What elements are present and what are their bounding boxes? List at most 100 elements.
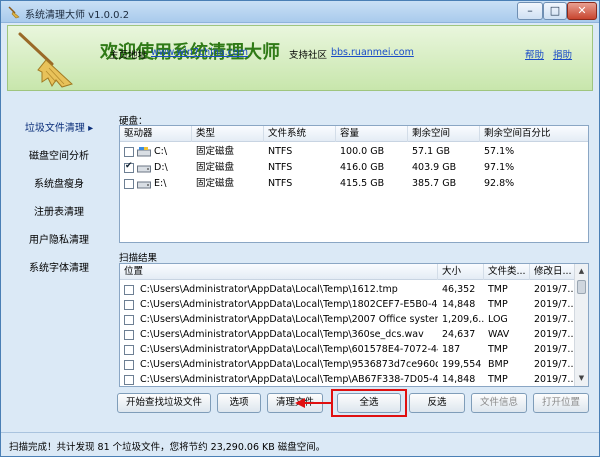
result-type: LOG xyxy=(488,314,508,325)
result-path: C:\Users\Administrator\AppData\Local\Tem… xyxy=(140,284,398,295)
sidebar-item-junk-files[interactable]: 垃圾文件清理 ▸ xyxy=(7,119,111,134)
result-checkbox[interactable] xyxy=(124,285,134,295)
result-row[interactable]: C:\Users\Administrator\AppData\Local\Tem… xyxy=(120,282,576,298)
disk-fs: NTFS xyxy=(268,146,293,157)
disk-type: 固定磁盘 xyxy=(196,146,235,157)
site-label: 主页地址 xyxy=(109,50,148,61)
disk-row[interactable]: D:\ 固定磁盘 NTFS 416.0 GB 403.9 GB 97.1% xyxy=(120,160,588,176)
col-drive[interactable]: 驱动器 xyxy=(120,126,192,142)
main-panel: 硬盘： 驱动器 类型 文件系统 容量 剩余空间 剩余空间百分比 C:\ 固定磁盘… xyxy=(115,95,593,430)
disk-free: 385.7 GB xyxy=(412,178,457,189)
result-type: TMP xyxy=(488,344,508,355)
result-checkbox[interactable] xyxy=(124,375,134,385)
disk-table: 驱动器 类型 文件系统 容量 剩余空间 剩余空间百分比 C:\ 固定磁盘 NTF… xyxy=(119,125,589,243)
red-arrow-icon xyxy=(295,398,333,408)
disk-capacity: 100.0 GB xyxy=(340,146,385,157)
sidebar-item-privacy[interactable]: 用户隐私清理 xyxy=(7,231,111,246)
result-type: TMP xyxy=(488,284,508,295)
result-type: BMP xyxy=(488,359,509,370)
sidebar-item-disk-analysis[interactable]: 磁盘空间分析 xyxy=(7,147,111,162)
sidebar-item-registry[interactable]: 注册表清理 xyxy=(7,203,111,218)
result-checkbox[interactable] xyxy=(124,345,134,355)
result-type: WAV xyxy=(488,329,510,340)
help-link[interactable]: 帮助 xyxy=(525,47,544,61)
close-button[interactable]: ✕ xyxy=(567,2,597,20)
col-file-type[interactable]: 文件类... xyxy=(484,264,530,280)
disk-type: 固定磁盘 xyxy=(196,162,235,173)
result-row[interactable]: C:\Users\Administrator\AppData\Local\Tem… xyxy=(120,357,576,373)
result-path: C:\Users\Administrator\AppData\Local\Tem… xyxy=(140,314,438,325)
result-checkbox[interactable] xyxy=(124,300,134,310)
results-scrollbar[interactable]: ▲ ▼ xyxy=(574,264,588,386)
col-location[interactable]: 位置 xyxy=(120,264,438,280)
disk-free: 403.9 GB xyxy=(412,162,457,173)
result-row[interactable]: C:\Users\Administrator\AppData\Local\Tem… xyxy=(120,312,576,328)
disk-checkbox[interactable] xyxy=(124,179,134,189)
col-fs[interactable]: 文件系统 xyxy=(264,126,336,142)
disk-checkbox[interactable] xyxy=(124,147,134,157)
result-type: TMP xyxy=(488,299,508,310)
results-table-header: 位置 大小 文件类... 修改日... xyxy=(120,264,576,280)
disk-free-pct: 57.1% xyxy=(484,146,515,157)
select-all-highlight-box xyxy=(331,389,407,417)
result-size: 14,848 xyxy=(442,299,476,310)
file-info-button[interactable]: 文件信息 xyxy=(471,393,527,413)
disk-type: 固定磁盘 xyxy=(196,178,235,189)
result-path: C:\Users\Administrator\AppData\Local\Tem… xyxy=(140,329,424,340)
col-size[interactable]: 大小 xyxy=(438,264,484,280)
disk-fs: NTFS xyxy=(268,162,293,173)
open-location-button[interactable]: 打开位置 xyxy=(533,393,589,413)
result-type: TMP xyxy=(488,374,508,385)
broom-logo-icon xyxy=(18,32,73,88)
result-checkbox[interactable] xyxy=(124,360,134,370)
result-checkbox[interactable] xyxy=(124,330,134,340)
result-date: 2019/7... xyxy=(534,374,576,385)
result-path: C:\Users\Administrator\AppData\Local\Tem… xyxy=(140,359,438,370)
sidebar-item-fonts[interactable]: 系统字体清理 xyxy=(7,259,111,274)
site-link[interactable]: www.win7china.com xyxy=(151,47,248,58)
result-size: 199,554 xyxy=(442,359,482,370)
scan-button[interactable]: 开始查找垃圾文件 xyxy=(117,393,211,413)
disk-row[interactable]: E:\ 固定磁盘 NTFS 415.5 GB 385.7 GB 92.8% xyxy=(120,176,588,192)
result-size: 14,848 xyxy=(442,374,476,385)
sidebar-item-system-slim[interactable]: 系统盘瘦身 xyxy=(7,175,111,190)
scroll-up-icon[interactable]: ▲ xyxy=(575,264,588,278)
options-button[interactable]: 选项 xyxy=(217,393,261,413)
result-date: 2019/7... xyxy=(534,359,576,370)
col-capacity[interactable]: 容量 xyxy=(336,126,408,142)
result-row[interactable]: C:\Users\Administrator\AppData\Local\Tem… xyxy=(120,297,576,313)
result-row[interactable]: C:\Users\Administrator\AppData\Local\Tem… xyxy=(120,372,576,386)
disk-checkbox[interactable] xyxy=(124,161,134,173)
disk-fs: NTFS xyxy=(268,178,293,189)
result-path: C:\Users\Administrator\AppData\Local\Tem… xyxy=(140,374,438,385)
window-title: 系统清理大师 v1.0.0.2 xyxy=(25,10,130,21)
invert-selection-button[interactable]: 反选 xyxy=(409,393,465,413)
sidebar-item-label: 系统盘瘦身 xyxy=(34,179,84,190)
sidebar-item-label: 系统字体清理 xyxy=(29,263,89,274)
active-arrow-icon: ▸ xyxy=(88,123,94,134)
donate-link[interactable]: 捐助 xyxy=(553,47,572,61)
result-checkbox[interactable] xyxy=(124,315,134,325)
disk-free: 57.1 GB xyxy=(412,146,451,157)
col-modified[interactable]: 修改日... xyxy=(530,264,576,280)
result-path: C:\Users\Administrator\AppData\Local\Tem… xyxy=(140,299,438,310)
disk-row[interactable]: C:\ 固定磁盘 NTFS 100.0 GB 57.1 GB 57.1% xyxy=(120,144,588,160)
result-date: 2019/7... xyxy=(534,299,576,310)
hard-drive-icon xyxy=(137,165,151,173)
result-row[interactable]: C:\Users\Administrator\AppData\Local\Tem… xyxy=(120,327,576,343)
disk-drive: C:\ xyxy=(154,146,168,157)
minimize-button[interactable]: – xyxy=(517,2,543,20)
col-free-pct[interactable]: 剩余空间百分比 xyxy=(480,126,588,142)
result-row[interactable]: C:\Users\Administrator\AppData\Local\Tem… xyxy=(120,342,576,358)
status-bar: 扫描完成！共计发现 81 个垃圾文件，您将节约 23,290.06 KB 磁盘空… xyxy=(1,432,599,456)
forum-link[interactable]: bbs.ruanmei.com xyxy=(331,47,414,58)
scroll-thumb[interactable] xyxy=(577,280,586,294)
result-date: 2019/7... xyxy=(534,314,576,325)
title-bar[interactable]: 系统清理大师 v1.0.0.2 – □ ✕ xyxy=(1,1,599,23)
maximize-button[interactable]: □ xyxy=(543,2,567,20)
scroll-down-icon[interactable]: ▼ xyxy=(575,371,588,385)
col-type[interactable]: 类型 xyxy=(192,126,264,142)
disk-drive: D:\ xyxy=(154,162,168,173)
disk-table-header: 驱动器 类型 文件系统 容量 剩余空间 剩余空间百分比 xyxy=(120,126,588,142)
col-free[interactable]: 剩余空间 xyxy=(408,126,480,142)
